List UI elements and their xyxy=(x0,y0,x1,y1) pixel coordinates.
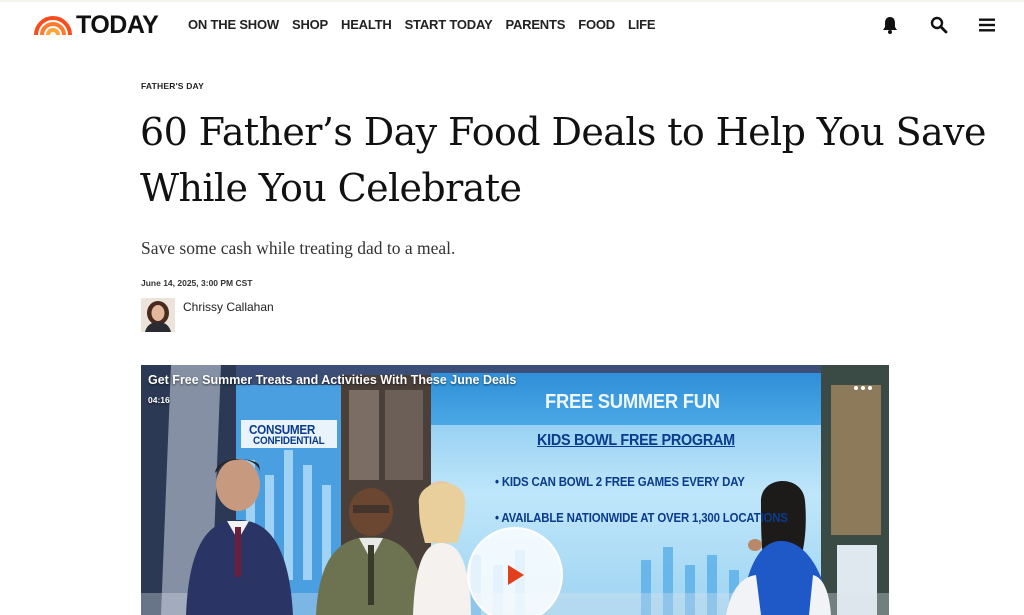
article-kicker[interactable]: FATHER'S DAY xyxy=(141,81,204,91)
screen-heading: FREE SUMMER FUN xyxy=(545,391,720,413)
video-title: Get Free Summer Treats and Activities Wi… xyxy=(148,373,517,387)
dot-icon xyxy=(854,386,858,390)
segment-label-consumer: CONSUMER xyxy=(249,422,316,437)
article-headline: 60 Father’s Day Food Deals to Help You S… xyxy=(140,110,986,210)
video-player[interactable]: CONSUMER CONFIDENTIAL FREE SUMMER FUN KI… xyxy=(141,365,889,615)
nav-item-life[interactable]: LIFE xyxy=(628,16,656,34)
nav-item-health[interactable]: HEALTH xyxy=(341,16,392,34)
author-name[interactable]: Chrissy Callahan xyxy=(183,299,274,315)
article-dek: Save some cash while treating dad to a m… xyxy=(141,238,456,258)
play-icon xyxy=(508,565,524,585)
nav-item-shop[interactable]: SHOP xyxy=(292,16,328,34)
article-timestamp: June 14, 2025, 3:00 PM CST xyxy=(141,278,253,288)
site-header: TODAY ON THE SHOW SHOP HEALTH START TODA… xyxy=(0,2,1024,48)
dot-icon xyxy=(868,386,872,390)
nav-item-parents[interactable]: PARENTS xyxy=(505,16,565,34)
play-button[interactable] xyxy=(467,527,563,615)
screen-bullet-1: • KIDS CAN BOWL 2 FREE GAMES EVERY DAY xyxy=(495,474,745,489)
today-logo[interactable]: TODAY xyxy=(34,11,159,39)
segment-label-confidential: CONFIDENTIAL xyxy=(253,435,325,447)
nav-item-on-the-show[interactable]: ON THE SHOW xyxy=(188,16,279,34)
logo-wordmark: TODAY xyxy=(76,11,159,39)
nav-item-food[interactable]: FOOD xyxy=(578,16,615,34)
nav-item-start-today[interactable]: START TODAY xyxy=(405,16,493,34)
screen-bullet-2: • AVAILABLE NATIONWIDE AT OVER 1,300 LOC… xyxy=(495,510,788,525)
bell-icon[interactable] xyxy=(879,14,901,36)
video-duration: 04:16 xyxy=(148,395,170,405)
search-icon[interactable] xyxy=(928,14,950,36)
more-options-icon[interactable] xyxy=(850,378,876,398)
author-avatar[interactable] xyxy=(141,298,175,332)
menu-icon[interactable] xyxy=(976,14,998,36)
screen-program: KIDS BOWL FREE PROGRAM xyxy=(537,432,735,449)
main-nav: ON THE SHOW SHOP HEALTH START TODAY PARE… xyxy=(188,16,668,34)
dot-icon xyxy=(861,386,865,390)
rainbow-logo-icon xyxy=(34,16,72,35)
